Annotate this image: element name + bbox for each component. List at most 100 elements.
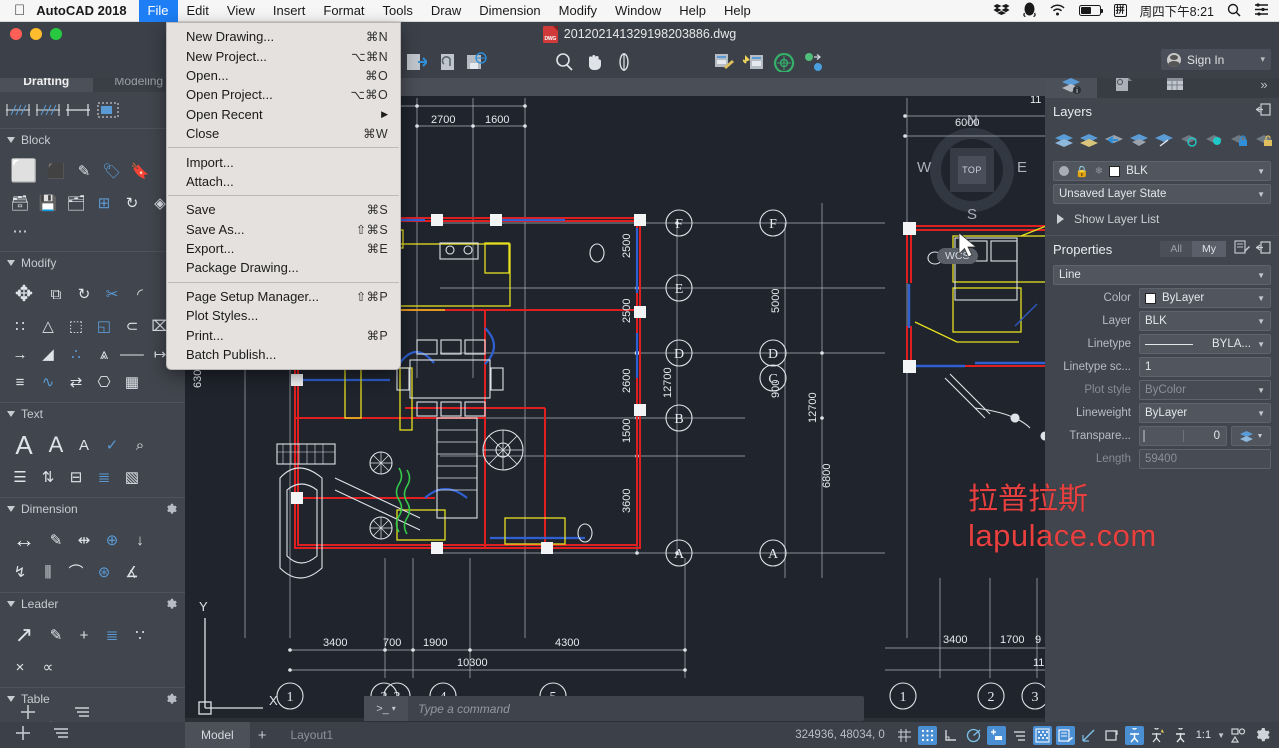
- object-snap-tracking-toggle[interactable]: [1010, 726, 1029, 745]
- text-align-icon[interactable]: ≣: [91, 464, 117, 490]
- view-cube-w[interactable]: W: [917, 159, 931, 176]
- chevron-down-icon[interactable]: ▼: [1257, 340, 1265, 349]
- layer-unlocked-icon[interactable]: 🔒: [1075, 165, 1089, 178]
- wipeout-icon[interactable]: [95, 97, 121, 123]
- leader-add-icon[interactable]: +: [71, 622, 97, 648]
- copy-icon[interactable]: ⧉: [43, 281, 69, 307]
- dim-continue-icon[interactable]: ↓: [127, 527, 153, 553]
- layer-on-icon[interactable]: [1059, 166, 1069, 176]
- grid-display-toggle[interactable]: [895, 726, 914, 745]
- customize-icon-2[interactable]: [52, 724, 70, 747]
- dim-space-icon[interactable]: ⫼: [35, 559, 61, 585]
- chevron-down-icon[interactable]: [7, 137, 15, 143]
- ortho-mode-toggle[interactable]: [941, 726, 960, 745]
- tab-layout1[interactable]: Layout1: [274, 722, 349, 748]
- menu-item-draw[interactable]: Draw: [422, 0, 470, 22]
- transparency-toggle[interactable]: [1056, 726, 1075, 745]
- hatch-tools-row[interactable]: [0, 92, 185, 128]
- menu-new-project[interactable]: New Project...⌥⌘N: [167, 46, 400, 65]
- layer-new-icon-2[interactable]: [741, 49, 767, 75]
- menu-item-file[interactable]: File: [139, 0, 178, 22]
- text-scale-icon[interactable]: ⇅: [35, 464, 61, 490]
- stretch-icon[interactable]: ⬚: [63, 313, 89, 339]
- layers-toolbar[interactable]: [1045, 124, 1279, 158]
- sign-in-button[interactable]: Sign In ▾: [1161, 49, 1271, 70]
- text-field-icon[interactable]: ⊟: [63, 464, 89, 490]
- menu-item-help-2[interactable]: Help: [715, 0, 760, 22]
- mac-status-icons[interactable]: 拼 周四下午8:21: [993, 1, 1279, 20]
- chevron-down-icon[interactable]: ▼: [1257, 190, 1265, 199]
- group-icons-leader[interactable]: ↗✎+≣∵×∝: [0, 615, 185, 687]
- layer-isolate-icon[interactable]: [1178, 129, 1199, 151]
- tab-model[interactable]: Model: [185, 722, 250, 748]
- ime-pinyin-icon[interactable]: 拼: [1114, 4, 1127, 17]
- chevron-down-icon[interactable]: ▼: [1257, 317, 1265, 326]
- layer-freeze-icon[interactable]: ❄: [1095, 166, 1103, 177]
- menu-item-dimension[interactable]: Dimension: [470, 0, 549, 22]
- menu-open-recent[interactable]: Open Recent▶: [167, 105, 400, 124]
- lineweight-toggle[interactable]: [1033, 726, 1052, 745]
- boundary-icon[interactable]: [65, 97, 91, 123]
- leader-style-icon[interactable]: ✎: [43, 622, 69, 648]
- layer-set-current-icon[interactable]: [1128, 129, 1149, 151]
- object-type-row[interactable]: Line ▼: [1053, 265, 1271, 285]
- search-icon[interactable]: [1227, 3, 1241, 19]
- zoom-search-icon[interactable]: [551, 49, 577, 75]
- attach-icon[interactable]: [433, 49, 459, 75]
- current-layer-select[interactable]: 🔒 ❄ BLK ▼: [1053, 161, 1271, 181]
- chevron-down-icon[interactable]: ▾: [392, 704, 396, 713]
- menu-export[interactable]: Export...⌘E: [167, 239, 400, 258]
- transparency-slider[interactable]: 0: [1139, 426, 1227, 446]
- mac-menu-bar[interactable]:  AutoCAD 2018 FileEditViewInsertFormatT…: [0, 0, 1279, 22]
- filter-all-button[interactable]: All: [1160, 241, 1192, 257]
- join-icon[interactable]: ⩓: [91, 341, 117, 367]
- menu-item-modify[interactable]: Modify: [550, 0, 606, 22]
- add-layout-button[interactable]: +: [250, 727, 275, 744]
- isolate-objects-toggle[interactable]: [1229, 726, 1248, 745]
- attribute-define-icon[interactable]: 🏷: [99, 158, 125, 184]
- command-prompt-icon[interactable]: >_ ▾: [364, 696, 408, 721]
- menu-new-drawing[interactable]: New Drawing...⌘N: [167, 27, 400, 46]
- menu-page-setup-manager[interactable]: Page Setup Manager...⇧⌘P: [167, 287, 400, 306]
- gear-icon[interactable]: [1252, 726, 1271, 745]
- break-icon[interactable]: ⸺: [119, 341, 145, 367]
- pan-hand-icon[interactable]: [581, 49, 607, 75]
- menu-print[interactable]: Print...⌘P: [167, 325, 400, 344]
- dim-inspect-icon[interactable]: ⊛: [91, 559, 117, 585]
- leader-remove-icon[interactable]: ×: [7, 654, 33, 680]
- block-edit-icon[interactable]: ✎: [71, 158, 97, 184]
- publish-web-icon[interactable]: [463, 49, 489, 75]
- explode-icon[interactable]: ∴: [63, 341, 89, 367]
- left-tool-panel[interactable]: Drafting Modeling Block⬜⬛✎�: [0, 70, 185, 730]
- clock[interactable]: 周四下午8:21: [1140, 1, 1214, 20]
- right-properties-panel[interactable]: i » Layers: [1045, 70, 1279, 730]
- view-cube-s[interactable]: S: [967, 206, 977, 223]
- group-header-modify[interactable]: Modify: [0, 252, 185, 274]
- layer-state-select[interactable]: Unsaved Layer State ▼: [1053, 184, 1271, 204]
- blend-icon[interactable]: ∿: [35, 369, 61, 395]
- wifi-icon[interactable]: [1049, 3, 1066, 18]
- selection-cycling-toggle[interactable]: [1079, 726, 1098, 745]
- menu-item-format[interactable]: Format: [314, 0, 373, 22]
- text-edit-icon[interactable]: A: [71, 432, 97, 458]
- export-icon[interactable]: [403, 49, 429, 75]
- move-icon[interactable]: ✥: [7, 277, 41, 311]
- status-bar-right[interactable]: 324936, 48034, 0: [795, 726, 1279, 745]
- single-line-text-icon[interactable]: A: [7, 428, 41, 462]
- file-menu-dropdown[interactable]: New Drawing...⌘NNew Project...⌥⌘NOpen...…: [166, 22, 401, 370]
- menu-attach[interactable]: Attach...: [167, 172, 400, 191]
- snap-mode-toggle[interactable]: [918, 726, 937, 745]
- object-snap-toggle[interactable]: [987, 726, 1006, 745]
- align-icon[interactable]: ≡: [7, 369, 33, 395]
- extend-icon[interactable]: →: [7, 341, 33, 367]
- battery-icon[interactable]: [1079, 5, 1101, 16]
- transparency-layer-button[interactable]: ▼: [1231, 426, 1271, 446]
- orbit-icon[interactable]: [611, 49, 637, 75]
- leader-multi-icon[interactable]: ∝: [35, 654, 61, 680]
- menu-item-view[interactable]: View: [218, 0, 264, 22]
- property-value-field[interactable]: ByColor▼: [1139, 380, 1271, 400]
- chevron-down-icon[interactable]: [7, 260, 15, 266]
- menu-plot-styles[interactable]: Plot Styles...: [167, 306, 400, 325]
- annotation-visibility-toggle[interactable]: [1102, 726, 1121, 745]
- properties-filter-seg[interactable]: All My: [1160, 241, 1226, 257]
